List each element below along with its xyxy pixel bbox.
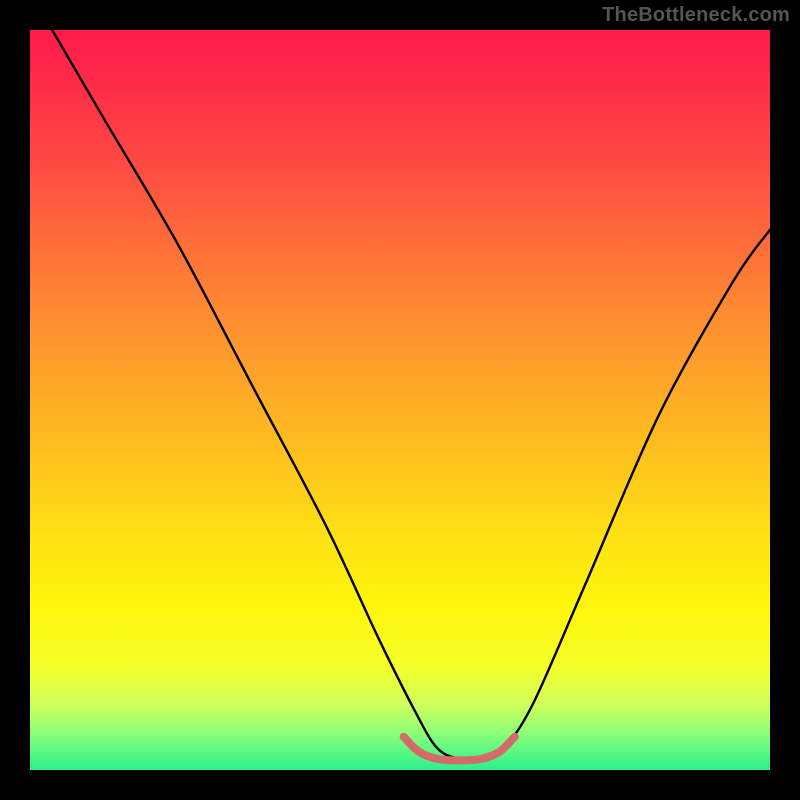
plot-area: [30, 30, 770, 770]
bottleneck-curve: [52, 30, 770, 760]
accent-segment: [404, 737, 515, 761]
watermark-text: TheBottleneck.com: [602, 4, 790, 27]
chart-frame: TheBottleneck.com: [0, 0, 800, 800]
curve-layer: [30, 30, 770, 770]
